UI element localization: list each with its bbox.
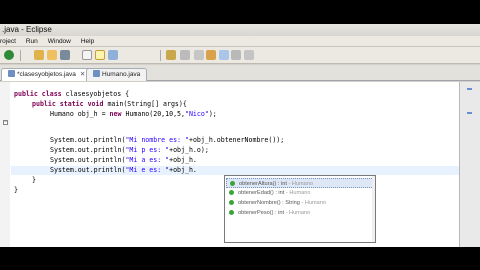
code-line: Humano obj_h = new Humano(20,10,5,"Nico"… (50, 110, 217, 118)
public-method-icon (229, 189, 234, 195)
toolbar-separator (160, 50, 161, 61)
autocomplete-item[interactable]: obtenerEdad() : int - Humano (226, 188, 374, 198)
fold-toggle-icon[interactable]: − (3, 120, 8, 125)
window-title: .java - Eclipse (2, 25, 52, 34)
new-class-icon[interactable] (206, 50, 216, 60)
code-line: public static void main(String[] args){ (32, 100, 187, 108)
occurrence-marker[interactable] (467, 112, 472, 114)
video-letterbox-top (0, 0, 480, 24)
edit-icon[interactable] (95, 50, 105, 60)
code-line: } (14, 186, 18, 194)
video-letterbox-bottom (0, 247, 480, 270)
open-folder-icon[interactable] (231, 50, 241, 60)
run-icon[interactable] (180, 50, 190, 60)
java-file-icon (8, 70, 15, 77)
autocomplete-item[interactable]: obtenerPeso() : int - Humano (226, 208, 374, 218)
forward-icon[interactable] (194, 50, 204, 60)
sync-icon[interactable] (244, 50, 254, 60)
popup-scrollbar[interactable] (372, 176, 375, 242)
menu-help[interactable]: Help (81, 36, 94, 47)
code-line: System.out.println("Mi e es: "+obj_h. (50, 166, 197, 174)
back-icon[interactable] (60, 50, 70, 60)
public-method-icon (230, 180, 235, 186)
occurrence-marker[interactable] (467, 88, 472, 90)
gear-icon[interactable] (4, 50, 14, 60)
editor-tab-strip: *clasesyobjetos.java ✕ Humano.java (0, 65, 480, 81)
close-icon[interactable]: ✕ (80, 71, 85, 78)
eclipse-window: .java - Eclipse roject Run Window Help *… (0, 24, 480, 247)
file-icon[interactable] (82, 50, 92, 60)
new-package-icon[interactable] (219, 50, 229, 60)
tab-clasesyobjetos[interactable]: *clasesyobjetos.java ✕ (1, 68, 93, 81)
tab-label: *clasesyobjetos.java (17, 71, 76, 78)
overview-ruler[interactable] (460, 82, 480, 247)
java-file-icon (93, 70, 100, 77)
autocomplete-item[interactable]: obtenerNombre() : String - Humano (226, 198, 374, 208)
tab-label: Humano.java (102, 71, 141, 78)
toolbar (0, 47, 480, 64)
editor-ruler: − (0, 82, 10, 247)
menu-window[interactable]: Window (48, 36, 71, 47)
autocomplete-item[interactable]: obtenerAltura() : int - Humano (226, 178, 374, 188)
menu-project[interactable]: roject (0, 36, 16, 47)
code-line: } (32, 176, 36, 184)
menu-bar: roject Run Window Help (0, 36, 480, 47)
code-line: public class clasesyobjetos { (14, 90, 130, 98)
public-method-icon (229, 209, 234, 215)
debug-icon[interactable] (166, 50, 176, 60)
tab-humano[interactable]: Humano.java (86, 68, 148, 81)
autocomplete-popup: obtenerAltura() : int - Humano obtenerEd… (224, 175, 376, 243)
title-bar: .java - Eclipse (0, 24, 480, 36)
menu-run[interactable]: Run (26, 36, 38, 47)
open-icon[interactable] (47, 50, 57, 60)
save-icon[interactable] (34, 50, 44, 60)
code-line: System.out.println("Mi a es: "+obj_h. (50, 156, 197, 164)
code-line: System.out.println("Mi nombre es: "+obj_… (50, 136, 285, 144)
search-icon[interactable] (108, 50, 118, 60)
code-line: System.out.println("Mi p es: "+obj_h.o); (50, 146, 209, 154)
toolbar-separator (20, 50, 21, 61)
public-method-icon (229, 199, 234, 205)
